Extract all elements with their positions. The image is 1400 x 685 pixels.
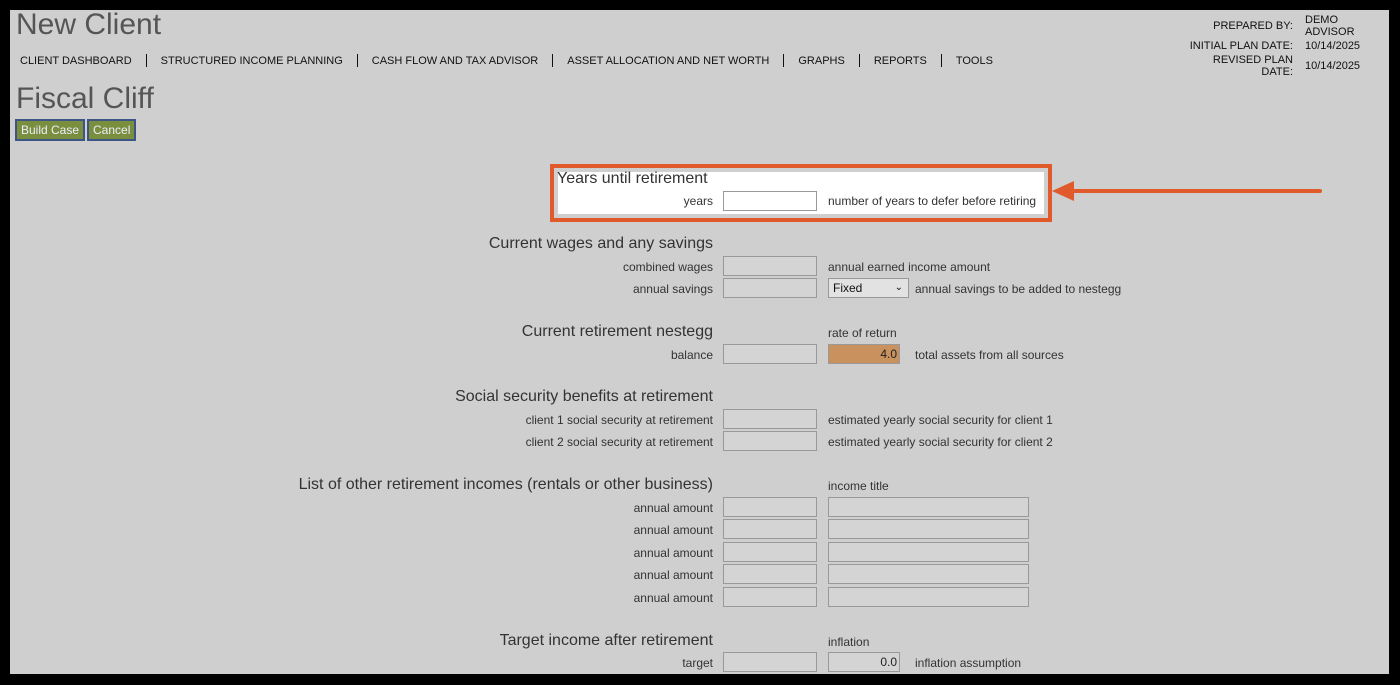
client2-ss-description: estimated yearly social security for cli… [828,435,1053,449]
income-title-header: income title [828,479,889,493]
annual-savings-description: annual savings to be added to nestegg [915,282,1122,296]
savings-type-value: Fixed [833,281,863,295]
annual-amount-input[interactable] [723,497,817,517]
rate-of-return-header: rate of return [828,326,897,340]
nav-divider [858,54,860,67]
combined-wages-description: annual earned income amount [828,260,991,274]
app-title: New Client [16,10,162,41]
annual-amount-input[interactable] [723,587,817,607]
plan-meta: PREPARED BY: DEMO ADVISOR INITIAL PLAN D… [1183,14,1385,78]
balance-label: balance [670,348,713,362]
nav-asset-allocation-net-worth[interactable]: ASSET ALLOCATION AND NET WORTH [567,55,769,67]
annual-amount-label: annual amount [633,546,713,560]
annual-amount-label: annual amount [633,568,713,582]
chevron-down-icon: ⌄ [894,282,903,293]
income-title-input[interactable] [828,564,1029,584]
annual-amount-input[interactable] [723,542,817,562]
annual-savings-input[interactable] [723,278,817,298]
nav-divider [356,54,358,67]
build-case-button[interactable]: Build Case [15,119,86,141]
nestegg-section-title: Current retirement nestegg [521,323,713,340]
nav-structured-income-planning[interactable]: STRUCTURED INCOME PLANNING [161,55,343,67]
client2-ss-label: client 2 social security at retirement [525,435,713,449]
inflation-header: inflation [828,635,870,649]
nav-cash-flow-tax-advisor[interactable]: CASH FLOW AND TAX ADVISOR [372,55,538,67]
client1-ss-input[interactable] [723,409,817,429]
income-title-input[interactable] [828,497,1029,517]
revised-plan-date-value: 10/14/2025 [1305,60,1361,72]
target-label: target [682,656,713,670]
annual-amount-input[interactable] [723,519,817,539]
ss-section-title: Social security benefits at retirement [455,388,713,405]
nav-reports[interactable]: REPORTS [874,55,927,67]
combined-wages-label: combined wages [622,260,713,274]
rate-of-return-input[interactable]: 4.0 [828,344,900,364]
cancel-button[interactable]: Cancel [87,119,137,141]
nav-divider [552,54,554,67]
prepared-by-label: PREPARED BY: [1213,20,1293,32]
income-title-input[interactable] [828,519,1029,539]
client2-ss-input[interactable] [723,431,817,451]
target-section-title: Target income after retirement [499,632,713,649]
years-label: years [683,194,713,208]
income-title-input[interactable] [828,542,1029,562]
inflation-description: inflation assumption [915,656,1022,670]
target-input[interactable] [723,652,817,672]
prepared-by-value: DEMO ADVISOR [1305,14,1355,38]
nav-divider [145,54,147,67]
wages-section-title: Current wages and any savings [488,235,713,252]
annual-savings-label: annual savings [632,282,713,296]
app-window: New Client PREPARED BY: DEMO ADVISOR INI… [10,10,1389,674]
other-income-section-title: List of other retirement incomes (rental… [298,476,713,493]
annual-amount-label: annual amount [633,523,713,537]
nav-client-dashboard[interactable]: CLIENT DASHBOARD [20,55,132,67]
balance-description: total assets from all sources [915,348,1064,362]
nav-graphs[interactable]: GRAPHS [798,55,844,67]
annual-amount-input[interactable] [723,564,817,584]
initial-plan-date-label: INITIAL PLAN DATE: [1189,40,1293,52]
savings-type-select[interactable]: Fixed ⌄ [828,278,909,298]
initial-plan-date-value: 10/14/2025 [1305,40,1361,52]
main-nav: CLIENT DASHBOARD STRUCTURED INCOME PLANN… [20,54,993,67]
revised-plan-date-label: REVISED PLAN DATE: [1212,54,1293,78]
years-section-title: Years until retirement [557,170,708,187]
balance-input[interactable] [723,344,817,364]
nav-divider [783,54,785,67]
combined-wages-input[interactable] [723,256,817,276]
annual-amount-label: annual amount [633,591,713,605]
client1-ss-description: estimated yearly social security for cli… [828,413,1053,427]
client1-ss-label: client 1 social security at retirement [525,413,713,427]
arrow-icon [1052,181,1322,201]
years-description: number of years to defer before retiring [828,194,1037,208]
page-title: Fiscal Cliff [16,82,154,115]
annual-amount-label: annual amount [633,501,713,515]
nav-divider [940,54,942,67]
inflation-input[interactable]: 0.0 [828,652,900,672]
nav-tools[interactable]: TOOLS [956,55,993,67]
income-title-input[interactable] [828,587,1029,607]
years-input[interactable] [723,191,817,211]
